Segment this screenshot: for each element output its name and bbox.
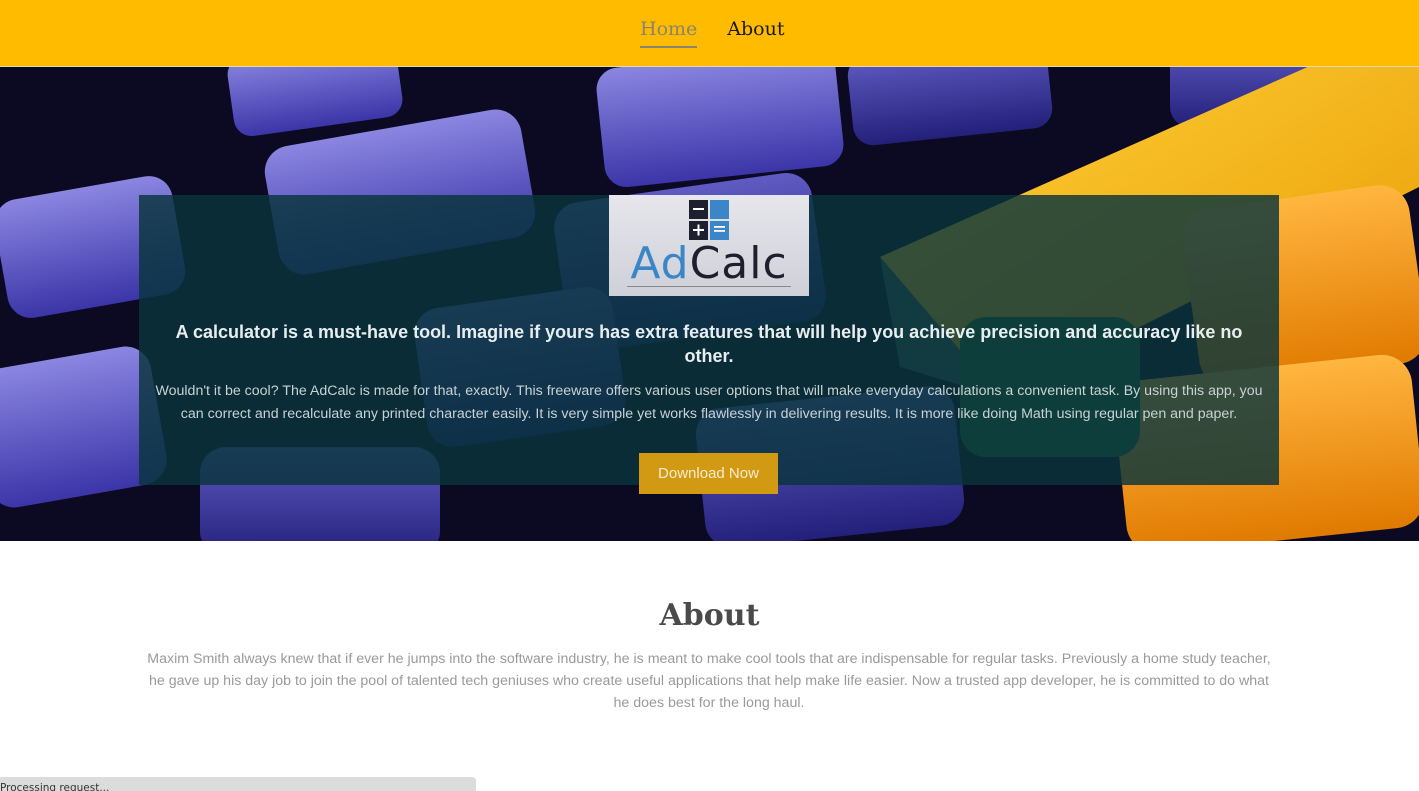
logo-text-ad: Ad	[630, 238, 690, 289]
hero-headline: A calculator is a must-have tool. Imagin…	[175, 322, 1243, 366]
status-text: Processing request...	[0, 782, 110, 791]
logo-underline	[627, 286, 791, 287]
hero-description: Wouldn't it be cool? The AdCalc is made …	[155, 383, 1263, 422]
about-text: Maxim Smith always knew that if ever he …	[147, 651, 1271, 711]
adcalc-logo: AdCalc	[609, 195, 809, 296]
hero-section: AdCalc A calculator is a must-have tool.…	[0, 67, 1419, 541]
calculator-grid-icon	[689, 200, 729, 240]
nav-link-about[interactable]: About	[727, 18, 784, 48]
download-now-button[interactable]: Download Now	[639, 453, 778, 494]
nav-link-home[interactable]: Home	[640, 18, 698, 48]
logo-text-calc: Calc	[689, 238, 788, 289]
browser-status-bar: Processing request...	[0, 777, 476, 791]
hero-panel: AdCalc A calculator is a must-have tool.…	[139, 195, 1279, 494]
logo-wordmark: AdCalc	[609, 239, 809, 289]
about-title: About	[659, 598, 760, 633]
top-navbar: Home About	[0, 0, 1419, 67]
main-nav: Home About	[640, 18, 784, 48]
